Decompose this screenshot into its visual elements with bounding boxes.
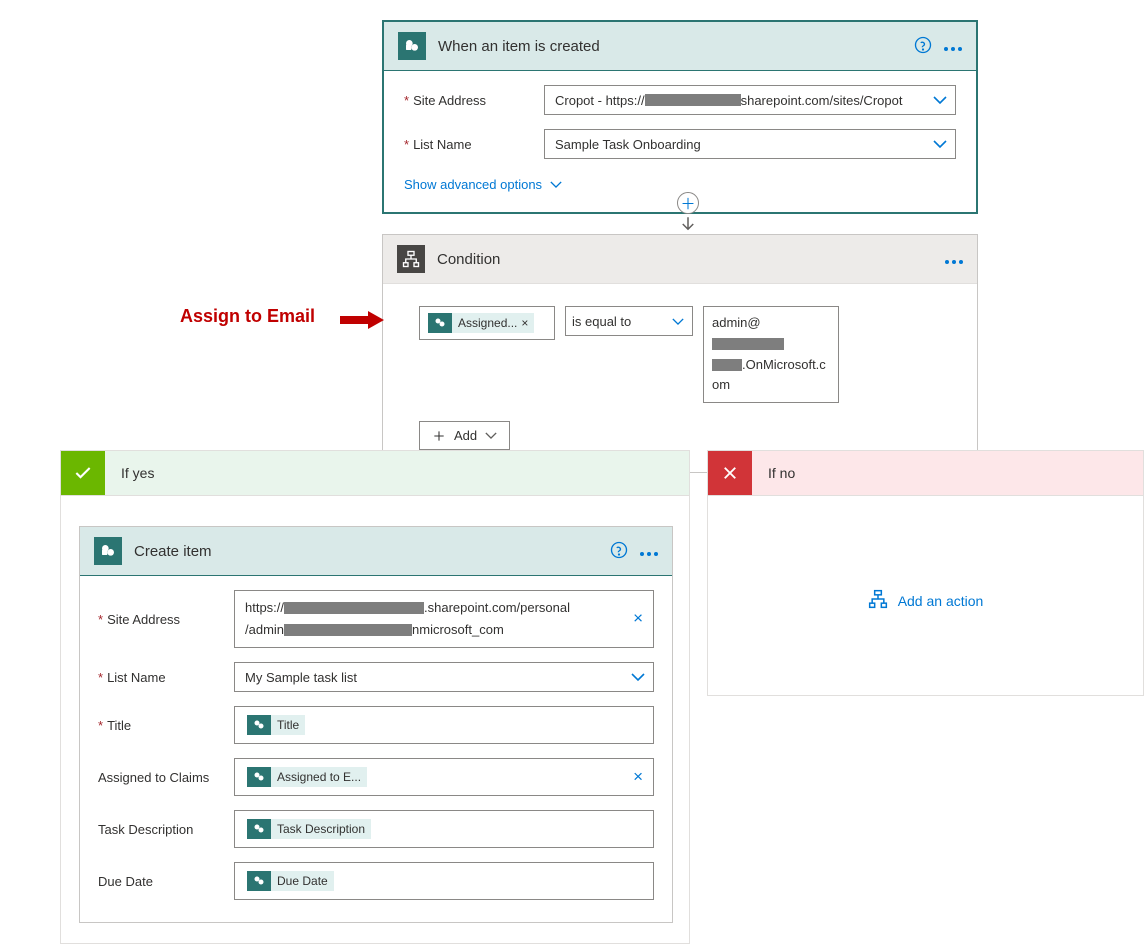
taskdesc-label: Task Description xyxy=(98,822,234,837)
annotation-arrow-icon xyxy=(340,311,384,332)
condition-header[interactable]: Condition xyxy=(383,235,977,284)
branch-yes: If yes Create item Site xyxy=(60,450,690,944)
more-icon[interactable] xyxy=(945,251,963,267)
sharepoint-icon xyxy=(247,819,271,839)
trigger-card: When an item is created Site Address Cro… xyxy=(382,20,978,214)
sharepoint-icon xyxy=(247,715,271,735)
sharepoint-icon xyxy=(247,871,271,891)
condition-icon xyxy=(397,245,425,273)
remove-token-icon[interactable]: × xyxy=(521,316,528,330)
create-item-card: Create item Site Address https://.sharep… xyxy=(79,526,673,923)
redacted xyxy=(712,338,784,350)
create-item-header[interactable]: Create item xyxy=(80,527,672,576)
list-name-input[interactable]: Sample Task Onboarding xyxy=(544,129,956,159)
clear-icon[interactable]: × xyxy=(633,605,643,634)
chevron-down-icon[interactable] xyxy=(631,669,645,685)
help-icon[interactable] xyxy=(914,36,932,57)
dynamic-token[interactable]: Task Description xyxy=(247,819,371,839)
title-label: Title xyxy=(98,718,234,733)
check-icon xyxy=(61,451,105,495)
duedate-label: Due Date xyxy=(98,874,234,889)
arrow-down-icon xyxy=(679,215,697,236)
add-action-button[interactable]: Add an action xyxy=(868,589,984,612)
list-name-label: List Name xyxy=(404,137,544,152)
condition-card: Condition Assigned... × is equal to xyxy=(382,234,978,473)
redacted xyxy=(284,624,412,636)
connector: ＋ xyxy=(678,191,698,236)
site-address-label: Site Address xyxy=(98,612,234,627)
list-name-input[interactable]: My Sample task list xyxy=(234,662,654,692)
chevron-down-icon[interactable] xyxy=(933,92,947,108)
sharepoint-icon xyxy=(94,537,122,565)
condition-operator[interactable]: is equal to xyxy=(565,306,693,336)
add-step-button[interactable]: ＋ xyxy=(677,192,699,214)
redacted xyxy=(712,359,742,371)
add-action-icon xyxy=(868,589,888,612)
dynamic-token[interactable]: Assigned... × xyxy=(428,313,534,333)
redacted xyxy=(284,602,424,614)
condition-left-value[interactable]: Assigned... × xyxy=(419,306,555,340)
condition-title: Condition xyxy=(437,251,945,268)
branch-no-header[interactable]: If no xyxy=(707,450,1144,496)
trigger-title: When an item is created xyxy=(438,38,914,55)
help-icon[interactable] xyxy=(610,541,628,562)
dynamic-token[interactable]: Title xyxy=(247,715,305,735)
sharepoint-icon xyxy=(428,313,452,333)
site-address-input[interactable]: https://.sharepoint.com/personal /adminn… xyxy=(234,590,654,648)
branch-yes-header[interactable]: If yes xyxy=(60,450,690,496)
annotation-text: Assign to Email xyxy=(180,306,315,327)
assigned-label: Assigned to Claims xyxy=(98,770,234,785)
add-condition-button[interactable]: Add xyxy=(419,421,510,450)
sharepoint-icon xyxy=(247,767,271,787)
sharepoint-icon xyxy=(398,32,426,60)
chevron-down-icon[interactable] xyxy=(933,136,947,152)
chevron-down-icon[interactable] xyxy=(672,313,684,329)
show-advanced-options[interactable]: Show advanced options xyxy=(404,173,562,206)
condition-right-value[interactable]: admin@ .OnMicrosoft.c om xyxy=(703,306,839,403)
close-icon xyxy=(708,451,752,495)
site-address-input[interactable]: Cropot - https://sharepoint.com/sites/Cr… xyxy=(544,85,956,115)
site-address-label: Site Address xyxy=(404,93,544,108)
more-icon[interactable] xyxy=(944,38,962,54)
clear-icon[interactable]: × xyxy=(633,767,643,787)
redacted xyxy=(645,94,741,106)
dynamic-token[interactable]: Assigned to E... xyxy=(247,767,367,787)
dynamic-token[interactable]: Due Date xyxy=(247,871,334,891)
create-item-title: Create item xyxy=(134,543,610,560)
list-name-label: List Name xyxy=(98,670,234,685)
more-icon[interactable] xyxy=(640,543,658,559)
title-input[interactable]: Title xyxy=(234,706,654,744)
taskdesc-input[interactable]: Task Description xyxy=(234,810,654,848)
trigger-header[interactable]: When an item is created xyxy=(384,22,976,71)
assigned-input[interactable]: Assigned to E... × xyxy=(234,758,654,796)
duedate-input[interactable]: Due Date xyxy=(234,862,654,900)
branch-no: If no Add an action xyxy=(707,450,1144,696)
